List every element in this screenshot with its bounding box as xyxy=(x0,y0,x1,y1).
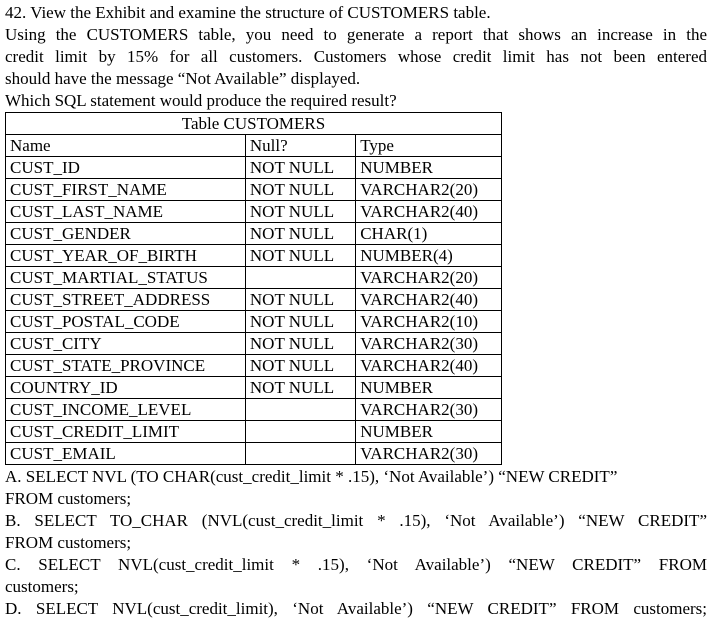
option-a-line-1: A. SELECT NVL (TO CHAR(cust_credit_limit… xyxy=(5,467,618,486)
answer-options: A. SELECT NVL (TO CHAR(cust_credit_limit… xyxy=(5,466,707,620)
cell-name: CUST_FIRST_NAME xyxy=(5,178,246,201)
table-row: CUST_LAST_NAME NOT NULL VARCHAR2(40) xyxy=(5,200,502,223)
question-title: 42. View the Exhibit and examine the str… xyxy=(5,3,491,22)
table-row: CUST_INCOME_LEVEL VARCHAR2(30) xyxy=(5,398,502,421)
cell-name: COUNTRY_ID xyxy=(5,376,246,399)
option-a-line-2: FROM customers; xyxy=(5,489,132,508)
cell-type: NUMBER xyxy=(355,376,502,399)
question-document: 42. View the Exhibit and examine the str… xyxy=(5,2,707,620)
cell-null xyxy=(244,420,357,443)
cell-type: VARCHAR2(40) xyxy=(355,354,502,377)
cell-name: CUST_CITY xyxy=(5,332,246,355)
cell-null: NOT NULL xyxy=(244,376,357,399)
cell-name: CUST_POSTAL_CODE xyxy=(5,310,246,333)
question-prompt: Which SQL statement would produce the re… xyxy=(5,91,397,110)
cell-name: CUST_ID xyxy=(5,156,246,179)
cell-name: CUST_LAST_NAME xyxy=(5,200,246,223)
option-c-line-1: C. SELECT NVL(cust_credit_limit * .15), … xyxy=(5,555,707,574)
cell-name: CUST_YEAR_OF_BIRTH xyxy=(5,244,246,267)
cell-null: NOT NULL xyxy=(244,178,357,201)
option-b-line-1: B. SELECT TO_CHAR (NVL(cust_credit_limit… xyxy=(5,511,707,530)
header-name: Name xyxy=(5,134,246,157)
cell-null: NOT NULL xyxy=(244,310,357,333)
customers-table: Table CUSTOMERS Name Null? Type CUST_ID N… xyxy=(5,112,502,465)
cell-null: NOT NULL xyxy=(244,200,357,223)
cell-null: NOT NULL xyxy=(244,222,357,245)
cell-type: NUMBER(4) xyxy=(355,244,502,267)
question-text-line-3: should have the message “Not Available” … xyxy=(5,69,361,88)
cell-type: VARCHAR2(30) xyxy=(355,398,502,421)
table-row: CUST_YEAR_OF_BIRTH NOT NULL NUMBER(4) xyxy=(5,244,502,267)
header-null: Null? xyxy=(244,134,357,157)
cell-type: NUMBER xyxy=(355,156,502,179)
cell-name: CUST_GENDER xyxy=(5,222,246,245)
table-row: CUST_MARTIAL_STATUS VARCHAR2(20) xyxy=(5,266,502,289)
option-b-line-2: FROM customers; xyxy=(5,533,132,552)
cell-null xyxy=(244,398,357,421)
cell-type: VARCHAR2(40) xyxy=(355,288,502,311)
question-text-line-1: Using the CUSTOMERS table, you need to g… xyxy=(5,25,707,44)
cell-type: VARCHAR2(20) xyxy=(355,266,502,289)
table-row: CUST_FIRST_NAME NOT NULL VARCHAR2(20) xyxy=(5,178,502,201)
question-text-line-2: credit limit by 15% for all customers. C… xyxy=(5,47,707,66)
table-caption-row: Table CUSTOMERS xyxy=(5,112,502,135)
cell-type: VARCHAR2(30) xyxy=(355,442,502,465)
cell-type: VARCHAR2(10) xyxy=(355,310,502,333)
cell-type: NUMBER xyxy=(355,420,502,443)
table-row: CUST_STATE_PROVINCE NOT NULL VARCHAR2(40) xyxy=(5,354,502,377)
table-row: CUST_POSTAL_CODE NOT NULL VARCHAR2(10) xyxy=(5,310,502,333)
table-row: CUST_CREDIT_LIMIT NUMBER xyxy=(5,420,502,443)
cell-null: NOT NULL xyxy=(244,244,357,267)
cell-name: CUST_STREET_ADDRESS xyxy=(5,288,246,311)
cell-type: CHAR(1) xyxy=(355,222,502,245)
cell-null: NOT NULL xyxy=(244,156,357,179)
cell-name: CUST_STATE_PROVINCE xyxy=(5,354,246,377)
table-row: CUST_CITY NOT NULL VARCHAR2(30) xyxy=(5,332,502,355)
cell-type: VARCHAR2(20) xyxy=(355,178,502,201)
table-row: COUNTRY_ID NOT NULL NUMBER xyxy=(5,376,502,399)
cell-null xyxy=(244,442,357,465)
cell-name: CUST_MARTIAL_STATUS xyxy=(5,266,246,289)
table-caption: Table CUSTOMERS xyxy=(5,112,502,135)
option-d-line-1: D. SELECT NVL(cust_credit_limit), ‘Not A… xyxy=(5,599,707,618)
cell-null: NOT NULL xyxy=(244,354,357,377)
header-type: Type xyxy=(355,134,502,157)
cell-null xyxy=(244,266,357,289)
cell-type: VARCHAR2(30) xyxy=(355,332,502,355)
cell-name: CUST_EMAIL xyxy=(5,442,246,465)
table-row: CUST_ID NOT NULL NUMBER xyxy=(5,156,502,179)
table-header-row: Name Null? Type xyxy=(5,134,502,157)
option-c-line-2: customers; xyxy=(5,577,79,596)
table-row: CUST_STREET_ADDRESS NOT NULL VARCHAR2(40) xyxy=(5,288,502,311)
cell-null: NOT NULL xyxy=(244,288,357,311)
cell-null: NOT NULL xyxy=(244,332,357,355)
table-row: CUST_GENDER NOT NULL CHAR(1) xyxy=(5,222,502,245)
cell-name: CUST_INCOME_LEVEL xyxy=(5,398,246,421)
cell-name: CUST_CREDIT_LIMIT xyxy=(5,420,246,443)
cell-type: VARCHAR2(40) xyxy=(355,200,502,223)
table-row: CUST_EMAIL VARCHAR2(30) xyxy=(5,442,502,465)
